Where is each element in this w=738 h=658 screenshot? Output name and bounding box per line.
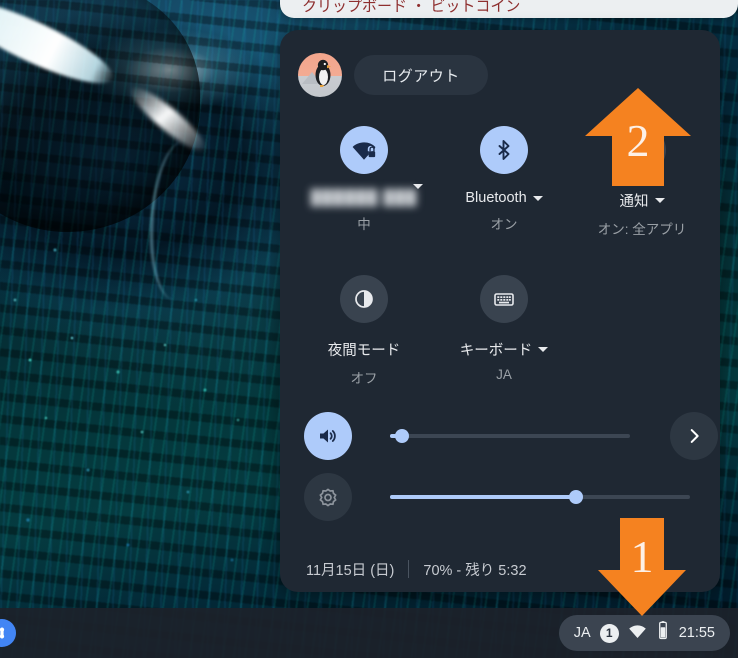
keyboard-label: キーボード	[435, 339, 573, 360]
bluetooth-caret-icon[interactable]	[532, 195, 543, 201]
volume-icon[interactable]	[304, 412, 352, 460]
shelf: JA 1 21:55	[0, 608, 738, 658]
launcher-icon[interactable]	[0, 619, 16, 647]
clock-label[interactable]: 21:55	[679, 625, 715, 641]
chevron-right-icon[interactable]	[670, 412, 718, 460]
notifications-label: 通知	[573, 190, 711, 211]
brightness-slider-row	[280, 473, 720, 525]
bluetooth-status-label: オン	[490, 217, 518, 232]
date-label[interactable]: 11月15日 (日)	[306, 559, 394, 580]
night-light-label: 夜間モード	[327, 343, 401, 359]
brightness-slider-fill	[390, 495, 576, 499]
tile-night-light[interactable]: 夜間モード オフ	[295, 275, 433, 387]
tile-notifications[interactable]: 通知 オン: 全アプリ	[573, 126, 711, 238]
keyboard-caret-icon[interactable]	[538, 347, 549, 352]
volume-slider-thumb[interactable]	[395, 429, 409, 443]
do-not-disturb-icon	[618, 126, 666, 174]
penguin-avatar[interactable]	[298, 53, 342, 97]
bluetooth-label: Bluetooth	[435, 190, 573, 206]
brightness-icon[interactable]	[304, 473, 352, 521]
keyboard-layout-label: JA	[496, 367, 512, 382]
volume-slider-track[interactable]	[390, 429, 630, 443]
ime-indicator[interactable]: JA	[574, 625, 591, 641]
chromeos-desktop: クリップボード ・ ビットコイン ログアウト ██████ ███ 中 Blue…	[0, 0, 738, 658]
network-status-label: 中	[357, 217, 371, 232]
brightness-slider-track[interactable]	[390, 490, 690, 504]
brightness-slider-thumb[interactable]	[569, 490, 583, 504]
tray-footer: 11月15日 (日) 70% - 残り 5:32	[280, 546, 720, 592]
system-tray-panel: ログアウト ██████ ███ 中 Bluetooth オン 通知 オン: 全…	[280, 30, 720, 592]
battery-label[interactable]: 70% - 残り 5:32	[423, 559, 526, 580]
keyboard-icon	[480, 275, 528, 323]
logout-button[interactable]: ログアウト	[354, 55, 488, 95]
notifications-status-label: オン: 全アプリ	[597, 222, 687, 237]
tile-keyboard[interactable]: キーボード JA	[435, 275, 573, 382]
notification-count-badge[interactable]: 1	[599, 623, 619, 643]
network-name-label: ██████ ███	[310, 190, 418, 206]
clipped-notification-text: クリップボード ・ ビットコイン	[302, 0, 521, 15]
droplet-specular-highlight	[0, 0, 122, 98]
notifications-caret-icon[interactable]	[654, 198, 665, 203]
battery-icon[interactable]	[656, 621, 670, 645]
footer-divider	[408, 560, 410, 578]
wifi-locked-icon	[340, 126, 388, 174]
tile-bluetooth[interactable]: Bluetooth オン	[435, 126, 573, 233]
tile-network[interactable]: ██████ ███ 中	[295, 126, 433, 233]
moon-icon	[340, 275, 388, 323]
bluetooth-icon	[480, 126, 528, 174]
wifi-icon[interactable]	[628, 621, 647, 645]
clipped-notification-window[interactable]: クリップボード ・ ビットコイン	[280, 0, 738, 18]
tray-header-row: ログアウト	[280, 30, 720, 118]
network-caret-icon[interactable]	[413, 184, 423, 189]
status-tray[interactable]: JA 1 21:55	[558, 615, 730, 651]
night-light-status-label: オフ	[350, 371, 378, 386]
volume-slider-row	[280, 412, 720, 464]
